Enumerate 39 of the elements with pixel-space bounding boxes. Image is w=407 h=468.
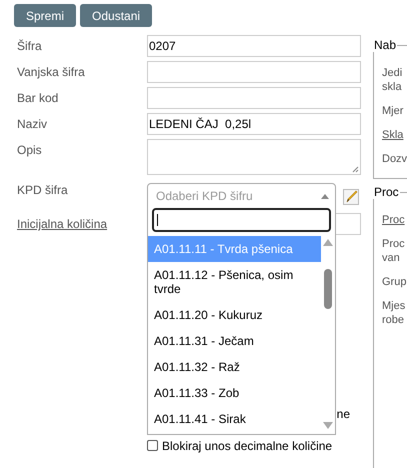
panel-label: Grup <box>382 275 407 289</box>
search-field[interactable] <box>152 208 331 232</box>
checkbox[interactable] <box>147 440 158 451</box>
form-button[interactable]: Odustani <box>80 4 152 27</box>
scroll-down-icon[interactable] <box>323 422 333 429</box>
panel-label: Jedi skla <box>382 66 404 94</box>
field-label: Bar kod <box>17 90 60 105</box>
pencil-icon[interactable] <box>343 188 359 204</box>
panel-label: Dozv <box>382 152 407 166</box>
panel-link[interactable]: Skla <box>382 128 407 142</box>
dropdown-option[interactable]: A01.11.31 - Ječam <box>148 328 321 354</box>
resize-grip-icon[interactable] <box>352 166 359 173</box>
panel-legend: Proc <box>373 185 400 199</box>
panel-label: Mjes robe <box>382 299 406 327</box>
dropdown-option[interactable]: A01.11.20 - Kukuruz <box>148 302 321 328</box>
panel-legend: Nab <box>373 38 398 52</box>
text-field[interactable]: 0207 <box>147 35 361 57</box>
field-label-link[interactable]: Inicijalna količina <box>17 213 147 231</box>
panel-label: Mjer <box>382 104 404 118</box>
caret-icon <box>321 194 329 198</box>
checkbox-label: ne <box>336 406 350 420</box>
dropdown-option[interactable]: A01.11.41 - Sirak <box>148 406 321 432</box>
checkbox-label: Blokiraj unos decimalne količine <box>162 438 332 452</box>
dropdown-option[interactable]: A01.11.33 - Zob <box>148 380 321 406</box>
dropdown-option[interactable]: A01.11.12 - Pšenica, osim tvrde <box>148 262 321 302</box>
field-label: Šifra <box>17 38 43 53</box>
panel-label: Proc van <box>382 237 406 265</box>
field-label: Naziv <box>17 116 48 131</box>
text-field[interactable]: LEDENI ČAJ 0,25l <box>147 113 361 135</box>
text-field[interactable] <box>147 87 361 109</box>
form-button[interactable]: Spremi <box>14 4 76 27</box>
scrollbar-thumb[interactable] <box>324 269 332 309</box>
text-field[interactable] <box>147 61 361 83</box>
scroll-up-icon[interactable] <box>323 239 333 246</box>
field-label: Opis <box>17 142 43 157</box>
panel-link[interactable]: Proc <box>382 213 407 227</box>
field-label: KPD šifra <box>17 182 69 197</box>
field-label: Vanjska šifra <box>17 64 86 79</box>
dropdown-option[interactable]: A01.11.32 - Raž <box>148 354 321 380</box>
